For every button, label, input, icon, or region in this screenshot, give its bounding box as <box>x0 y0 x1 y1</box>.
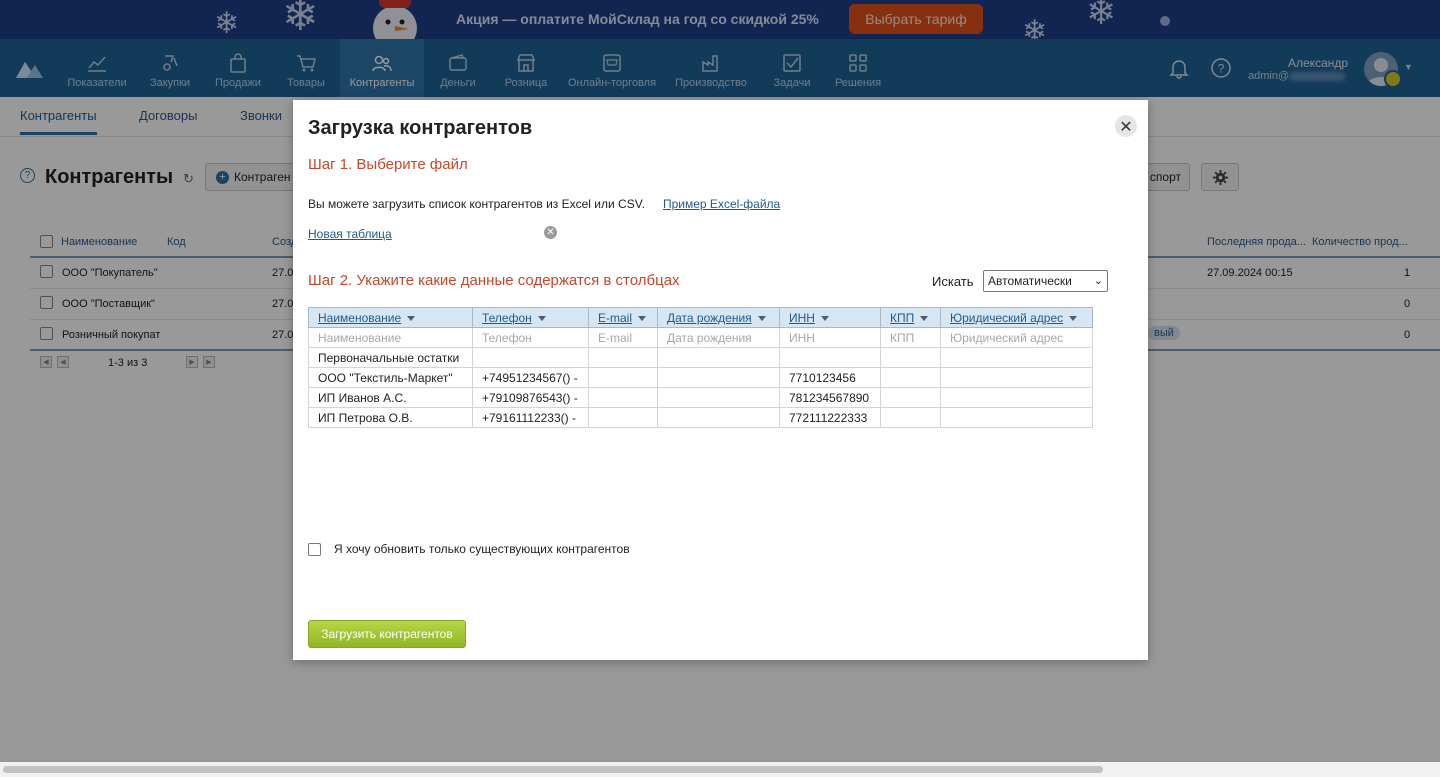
table-cell <box>657 387 780 408</box>
search-mode-value: Автоматически <box>988 274 1072 288</box>
column-type-dropdown[interactable]: ИНН <box>779 307 881 328</box>
column-type-dropdown[interactable]: КПП <box>880 307 941 328</box>
table-cell: +79109876543() - <box>472 387 589 408</box>
table-cell <box>657 367 780 388</box>
table-cell <box>779 347 881 368</box>
dialog-title: Загрузка контрагентов <box>308 117 533 139</box>
table-cell <box>657 407 780 428</box>
update-existing-checkbox[interactable] <box>308 543 321 556</box>
placeholder-cell: Наименование <box>308 327 473 348</box>
chevron-down-icon <box>820 315 829 321</box>
placeholder-cell: E-mail <box>588 327 658 348</box>
close-icon: ✕ <box>1119 116 1133 136</box>
table-row: ООО "Текстиль-Маркет" +74951234567() - 7… <box>308 367 1093 388</box>
chevron-down-icon <box>1069 315 1078 321</box>
column-mapping-table: Наименование Телефон E-mail Дата рождени… <box>308 307 1093 428</box>
mapping-header-row: Наименование Телефон E-mail Дата рождени… <box>308 307 1093 328</box>
table-cell: ООО "Текстиль-Маркет" <box>308 367 473 388</box>
table-cell <box>940 367 1093 388</box>
excel-example-link[interactable]: Пример Excel-файла <box>663 197 780 211</box>
table-cell: +79161112233() - <box>472 407 589 428</box>
table-cell <box>588 407 658 428</box>
placeholder-cell: Телефон <box>472 327 589 348</box>
column-type-dropdown[interactable]: Телефон <box>472 307 589 328</box>
close-button[interactable]: ✕ <box>1115 115 1137 137</box>
placeholder-cell: Юридический адрес <box>940 327 1093 348</box>
file-hint: Вы можете загрузить список контрагентов … <box>308 197 645 211</box>
table-cell <box>880 387 941 408</box>
chevron-down-icon <box>757 315 766 321</box>
chevron-down-icon <box>537 315 546 321</box>
table-cell <box>588 347 658 368</box>
step-2-heading: Шаг 2. Укажите какие данные содержатся в… <box>308 272 680 289</box>
horizontal-scrollbar[interactable] <box>0 762 1440 777</box>
table-cell: +74951234567() - <box>472 367 589 388</box>
selected-file-link[interactable]: Новая таблица <box>308 227 392 241</box>
table-cell <box>880 367 941 388</box>
table-cell <box>880 407 941 428</box>
column-type-dropdown[interactable]: Юридический адрес <box>940 307 1093 328</box>
column-type-dropdown[interactable]: Наименование <box>308 307 473 328</box>
table-cell <box>940 407 1093 428</box>
table-cell <box>472 347 589 368</box>
placeholder-cell: ИНН <box>779 327 881 348</box>
upload-counterparties-button[interactable]: Загрузить контрагентов <box>308 620 466 648</box>
table-cell <box>588 367 658 388</box>
table-cell: ИП Петрова О.В. <box>308 407 473 428</box>
table-cell <box>880 347 941 368</box>
search-mode-select[interactable]: Автоматически ⌄ <box>983 270 1108 292</box>
chevron-down-icon <box>920 315 929 321</box>
clear-file-icon[interactable]: ✕ <box>544 226 557 239</box>
import-counterparties-dialog: Загрузка контрагентов ✕ Шаг 1. Выберите … <box>293 100 1148 660</box>
placeholder-row: Наименование Телефон E-mail Дата рождени… <box>308 327 1093 348</box>
step-1-heading: Шаг 1. Выберите файл <box>308 156 468 173</box>
chevron-down-icon <box>407 315 416 321</box>
column-type-dropdown[interactable]: E-mail <box>588 307 658 328</box>
chevron-down-icon: ⌄ <box>1093 275 1103 287</box>
chevron-down-icon <box>638 315 647 321</box>
table-cell: Первоначальные остатки <box>308 347 473 368</box>
table-row: ИП Иванов А.С. +79109876543() - 78123456… <box>308 387 1093 408</box>
column-type-dropdown[interactable]: Дата рождения <box>657 307 780 328</box>
scrollbar-thumb[interactable] <box>3 766 1103 773</box>
placeholder-cell: КПП <box>880 327 941 348</box>
search-mode-label: Искать <box>932 274 974 289</box>
table-cell: 772111222333 <box>779 407 881 428</box>
placeholder-cell: Дата рождения <box>657 327 780 348</box>
table-row: Первоначальные остатки <box>308 347 1093 368</box>
table-cell <box>940 387 1093 408</box>
update-existing-label[interactable]: Я хочу обновить только существующих конт… <box>334 542 630 556</box>
table-cell <box>940 347 1093 368</box>
table-cell: 7710123456 <box>779 367 881 388</box>
table-cell <box>588 387 658 408</box>
table-cell <box>657 347 780 368</box>
table-row: ИП Петрова О.В. +79161112233() - 7721112… <box>308 407 1093 428</box>
table-cell: 781234567890 <box>779 387 881 408</box>
table-cell: ИП Иванов А.С. <box>308 387 473 408</box>
